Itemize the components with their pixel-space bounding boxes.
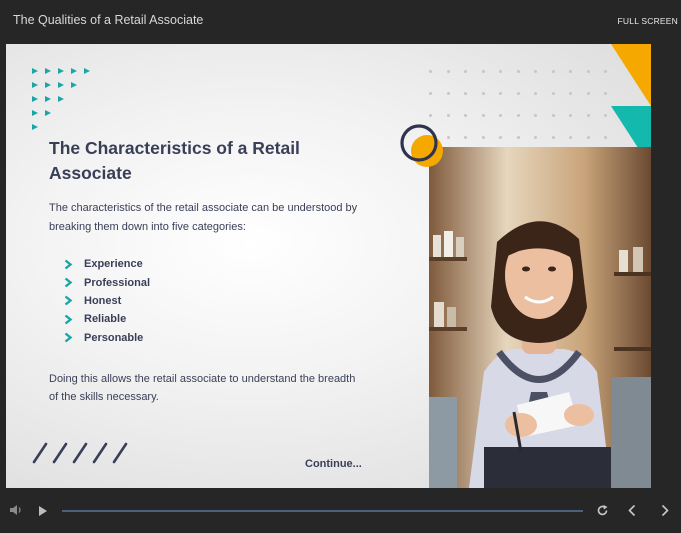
list-item-label: Personable bbox=[84, 331, 144, 344]
list-item: Experience bbox=[64, 255, 150, 273]
dot bbox=[586, 92, 590, 95]
chevron-right-icon bbox=[64, 295, 84, 306]
dot bbox=[464, 70, 467, 73]
dot bbox=[534, 114, 537, 117]
volume-icon[interactable] bbox=[9, 503, 23, 521]
continue-link[interactable]: Continue... bbox=[305, 458, 362, 470]
chevron-right-icon bbox=[64, 259, 84, 270]
chevron-right-icon bbox=[64, 332, 84, 343]
dot bbox=[604, 92, 607, 95]
course-title: The Qualities of a Retail Associate bbox=[13, 13, 204, 27]
list-item-label: Experience bbox=[84, 258, 143, 271]
replay-icon[interactable] bbox=[596, 504, 609, 522]
dot bbox=[551, 114, 555, 117]
dot bbox=[551, 70, 555, 73]
dot bbox=[569, 136, 572, 139]
dot bbox=[429, 92, 432, 95]
dot bbox=[464, 136, 467, 139]
slash-lines-decoration bbox=[32, 442, 128, 464]
dot bbox=[534, 136, 537, 139]
player-controls bbox=[0, 488, 681, 533]
dot bbox=[586, 70, 590, 73]
dot bbox=[429, 70, 432, 73]
list-item: Honest bbox=[64, 292, 150, 310]
triangle-pattern-decoration bbox=[32, 64, 90, 134]
list-item-label: Honest bbox=[84, 294, 122, 307]
outro-text: Doing this allows the retail associate t… bbox=[49, 373, 356, 403]
dot bbox=[604, 70, 607, 73]
dot bbox=[516, 70, 520, 73]
list-item-label: Reliable bbox=[84, 313, 127, 326]
dot bbox=[569, 92, 572, 95]
list-item: Reliable bbox=[64, 310, 150, 328]
dot bbox=[446, 114, 450, 117]
list-item-label: Professional bbox=[84, 276, 151, 289]
dot bbox=[446, 92, 450, 95]
dot bbox=[604, 136, 607, 139]
dot bbox=[569, 114, 572, 117]
progress-bar[interactable] bbox=[62, 510, 583, 512]
previous-icon[interactable] bbox=[627, 504, 637, 522]
dot bbox=[464, 114, 467, 117]
dot bbox=[516, 114, 520, 117]
dot bbox=[499, 92, 502, 95]
dot bbox=[446, 70, 450, 73]
circle-decoration bbox=[400, 124, 443, 167]
dot bbox=[481, 114, 485, 117]
dot bbox=[499, 136, 502, 139]
title-bar: The Qualities of a Retail Associate FULL… bbox=[0, 0, 681, 44]
dot bbox=[604, 114, 607, 117]
dot bbox=[551, 92, 555, 95]
chevron-right-icon bbox=[64, 314, 84, 325]
dot bbox=[429, 114, 432, 117]
dot bbox=[481, 136, 485, 139]
dot bbox=[569, 70, 572, 73]
intro-text: The characteristics of the retail associ… bbox=[49, 202, 358, 233]
slide-canvas: The Characteristics of a Retail Associat… bbox=[6, 44, 651, 488]
dot bbox=[534, 92, 537, 95]
dot bbox=[481, 70, 485, 73]
play-icon[interactable] bbox=[38, 504, 48, 522]
next-icon[interactable] bbox=[660, 504, 670, 522]
chevron-right-icon bbox=[64, 277, 84, 288]
list-item: Professional bbox=[64, 273, 150, 291]
dot bbox=[534, 70, 537, 73]
retail-associate-photo bbox=[429, 147, 651, 488]
dot bbox=[586, 114, 590, 117]
fullscreen-button[interactable]: FULL SCREEN bbox=[618, 16, 678, 26]
dot bbox=[499, 114, 502, 117]
characteristics-list: Experience Professional Honest Reliable … bbox=[64, 255, 150, 347]
dot bbox=[586, 136, 590, 139]
dot bbox=[446, 136, 450, 139]
dot-pattern-decoration bbox=[429, 70, 619, 150]
list-item: Personable bbox=[64, 329, 150, 347]
slide-heading: The Characteristics of a Retail Associat… bbox=[49, 138, 300, 183]
dot bbox=[516, 92, 520, 95]
dot bbox=[481, 92, 485, 95]
dot bbox=[499, 70, 502, 73]
dot bbox=[464, 92, 467, 95]
dot bbox=[551, 136, 555, 139]
dot bbox=[516, 136, 520, 139]
